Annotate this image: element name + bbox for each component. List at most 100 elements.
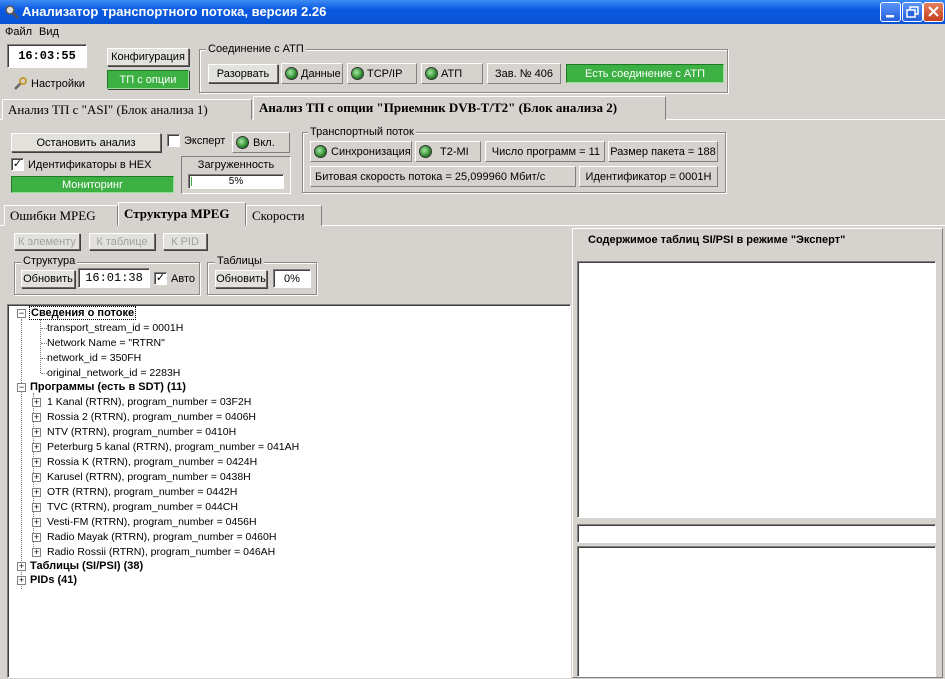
status-led-icon	[425, 67, 438, 80]
menu-file[interactable]: Файл	[5, 26, 32, 38]
structure-tree[interactable]: − Сведения о потоке transport_stream_id …	[7, 304, 571, 678]
load-value: 5%	[228, 176, 244, 187]
connection-status: Есть соединение с АТП	[566, 64, 724, 83]
tables-percent: 0%	[273, 269, 311, 288]
expand-icon[interactable]: +	[32, 458, 41, 467]
si-psi-content[interactable]	[577, 261, 936, 518]
led-data-panel: Данные	[281, 63, 343, 84]
structure-time: 16:01:38	[78, 268, 150, 288]
tab-mpeg-errors[interactable]: Ошибки MPEG	[4, 205, 118, 226]
configuration-button[interactable]: Конфигурация	[107, 48, 189, 66]
go-to-table-button[interactable]: К таблице	[89, 233, 155, 250]
led-tcp-label: TCP/IP	[367, 67, 403, 80]
tp-option-button[interactable]: ТП с опции	[107, 70, 189, 89]
collapse-icon[interactable]: −	[17, 383, 26, 392]
expert-on-label: Вкл.	[253, 136, 275, 149]
tree-node-tables[interactable]: Таблицы (SI/PSI) (38)	[30, 559, 143, 573]
hex-label: Идентификаторы в HEX	[28, 158, 152, 171]
expand-icon[interactable]: +	[32, 473, 41, 482]
led-atp-panel: АТП	[421, 63, 483, 84]
expand-icon[interactable]: +	[32, 413, 41, 422]
t2mi-label: T2-MI	[440, 145, 469, 158]
tab-speeds[interactable]: Скорости	[246, 205, 322, 226]
settings-label: Настройки	[31, 78, 85, 90]
load-label: Загруженность	[197, 159, 275, 171]
status-led-icon	[351, 67, 364, 80]
hex-checkbox[interactable]: ✓	[11, 158, 24, 171]
led-tcp-panel: TCP/IP	[347, 63, 417, 84]
tree-leaf[interactable]: network_id = 350FH	[47, 351, 141, 365]
tables-refresh-button[interactable]: Обновить	[215, 270, 267, 288]
expert-checkbox-row[interactable]: Эксперт	[167, 134, 225, 147]
expert-on-panel: Вкл.	[232, 132, 290, 153]
tree-node-program[interactable]: Karusel (RTRN), program_number = 0438H	[47, 470, 251, 484]
tab-analysis-asi[interactable]: Анализ ТП с "ASI" (Блок анализа 1)	[2, 99, 252, 120]
serial-number: Зав. № 406	[487, 63, 561, 84]
tree-node-program[interactable]: Vesti-FM (RTRN), program_number = 0456H	[47, 515, 257, 529]
hex-checkbox-row[interactable]: ✓ Идентификаторы в HEX	[11, 158, 151, 171]
tree-leaf[interactable]: Network Name = "RTRN"	[47, 336, 165, 350]
app-icon	[4, 4, 20, 20]
expand-icon[interactable]: +	[32, 548, 41, 557]
expert-checkbox[interactable]	[167, 134, 180, 147]
expand-icon[interactable]: +	[32, 443, 41, 452]
status-led-icon	[419, 145, 432, 158]
tree-node-program[interactable]: Radio Mayak (RTRN), program_number = 046…	[47, 530, 276, 544]
tree-node-program[interactable]: OTR (RTRN), program_number = 0442H	[47, 485, 237, 499]
transport-group-label: Транспортный поток	[308, 126, 416, 138]
packet-size: Размер пакета = 188	[608, 141, 718, 162]
programs-count: Число программ = 11	[485, 141, 605, 162]
structure-group-label: Структура	[21, 255, 78, 267]
go-to-pid-button[interactable]: К PID	[163, 233, 207, 250]
title-bar[interactable]: Анализатор транспортного потока, версия …	[0, 0, 945, 24]
tab-analysis-dvb[interactable]: Анализ ТП с опции "Приемник DVB-T/T2" (Б…	[253, 96, 666, 120]
expand-icon[interactable]: +	[32, 533, 41, 542]
expand-icon[interactable]: +	[32, 398, 41, 407]
tree-node-stream-info[interactable]: Сведения о потоке	[29, 306, 137, 320]
auto-checkbox[interactable]: ✓	[154, 272, 167, 285]
expand-icon[interactable]: +	[32, 503, 41, 512]
tree-node-pids[interactable]: PIDs (41)	[30, 573, 77, 587]
tree-leaf[interactable]: transport_stream_id = 0001H	[47, 321, 183, 335]
status-led-icon	[314, 145, 327, 158]
structure-refresh-button[interactable]: Обновить	[21, 270, 75, 288]
expand-icon[interactable]: +	[17, 562, 26, 571]
tree-node-program[interactable]: Peterburg 5 kanal (RTRN), program_number…	[47, 440, 299, 454]
auto-checkbox-row[interactable]: ✓ Авто	[154, 272, 195, 285]
tree-node-program[interactable]: 1 Kanal (RTRN), program_number = 03F2H	[47, 395, 251, 409]
expert-label: Эксперт	[184, 134, 226, 147]
menu-bar: Файл Вид	[0, 24, 945, 41]
sync-label: Синхронизация	[331, 145, 411, 158]
connection-group-label: Соединение с АТП	[206, 43, 306, 55]
close-icon[interactable]	[923, 2, 944, 22]
collapse-icon[interactable]: −	[17, 309, 26, 318]
tree-node-program[interactable]: Radio Rossii (RTRN), program_number = 04…	[47, 545, 275, 559]
si-psi-title: Содержимое таблиц SI/PSI в режиме "Экспе…	[588, 234, 846, 246]
restore-icon[interactable]	[902, 2, 923, 22]
si-psi-detail-field[interactable]	[577, 524, 936, 543]
settings-link[interactable]: Настройки	[12, 76, 92, 92]
monitoring-status: Мониторинг	[11, 176, 174, 193]
led-data-label: Данные	[301, 67, 341, 80]
status-led-icon	[285, 67, 298, 80]
tree-node-program[interactable]: Rossia 2 (RTRN), program_number = 0406H	[47, 410, 256, 424]
expand-icon[interactable]: +	[32, 488, 41, 497]
tree-node-program[interactable]: NTV (RTRN), program_number = 0410H	[47, 425, 236, 439]
menu-view[interactable]: Вид	[39, 26, 59, 38]
tree-node-program[interactable]: Rossia K (RTRN), program_number = 0424H	[47, 455, 257, 469]
si-psi-detail-content[interactable]	[577, 546, 936, 677]
minimize-icon[interactable]	[880, 2, 901, 22]
stop-analysis-button[interactable]: Остановить анализ	[11, 133, 161, 152]
disconnect-button[interactable]: Разорвать	[208, 64, 278, 83]
led-atp-label: АТП	[441, 67, 463, 80]
identifier: Идентификатор = 0001H	[579, 166, 718, 187]
tab-mpeg-structure[interactable]: Структура MPEG	[118, 202, 246, 226]
expand-icon[interactable]: +	[32, 518, 41, 527]
t2mi-panel: T2-MI	[415, 141, 481, 162]
go-to-element-button[interactable]: К элементу	[14, 233, 80, 250]
tree-node-programs[interactable]: Программы (есть в SDT) (11)	[30, 380, 186, 394]
tree-node-program[interactable]: TVC (RTRN), program_number = 044CH	[47, 500, 238, 514]
expand-icon[interactable]: +	[17, 576, 26, 585]
expand-icon[interactable]: +	[32, 428, 41, 437]
tree-leaf[interactable]: original_network_id = 2283H	[47, 366, 180, 380]
